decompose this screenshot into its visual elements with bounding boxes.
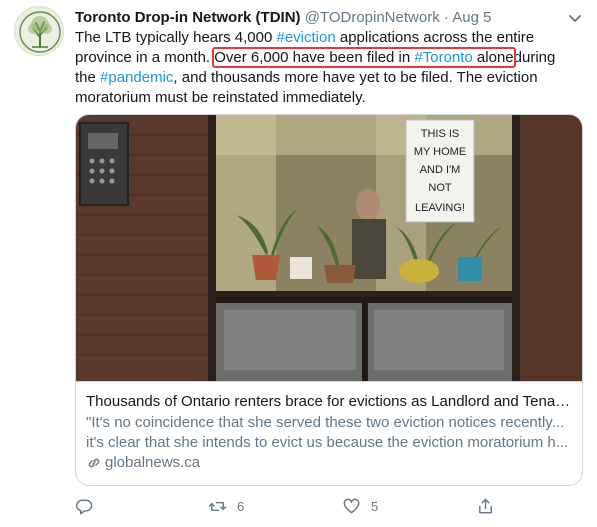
sign-line: AND I'M bbox=[420, 164, 461, 176]
tweet-header: Toronto Drop-in Network (TDIN) @TODropin… bbox=[75, 8, 585, 28]
avatar[interactable] bbox=[14, 6, 64, 56]
sign-line: NOT bbox=[428, 182, 452, 194]
retweet-count: 6 bbox=[237, 498, 245, 514]
card-image: THIS IS MY HOME AND I'M NOT LEAVING! bbox=[76, 115, 582, 381]
tweet-text-part: alone bbox=[472, 49, 514, 66]
retweet-icon bbox=[208, 501, 227, 511]
card-title: Thousands of Ontario renters brace for e… bbox=[86, 393, 572, 410]
card-domain: globalnews.ca bbox=[86, 453, 572, 473]
retweet-button[interactable]: 6 bbox=[208, 494, 244, 518]
sign-line: MY HOME bbox=[414, 146, 466, 158]
tweet-text-part: Over 6,000 have been filed in bbox=[214, 49, 415, 66]
card-domain-text: globalnews.ca bbox=[105, 454, 201, 471]
card-description-line: "It's no coincidence that she served the… bbox=[86, 414, 565, 431]
like-button[interactable]: 5 bbox=[342, 494, 378, 518]
tweet-actions: 6 5 bbox=[75, 494, 545, 518]
sign-line: LEAVING! bbox=[415, 202, 465, 214]
highlighted-text: Over 6,000 have been filed in #Toronto a… bbox=[212, 47, 516, 68]
like-count: 5 bbox=[371, 498, 379, 514]
hashtag-pandemic[interactable]: #pandemic bbox=[100, 69, 173, 86]
link-icon bbox=[88, 458, 100, 468]
share-icon bbox=[479, 498, 492, 513]
more-options-button[interactable] bbox=[565, 8, 585, 28]
author-name[interactable]: Toronto Drop-in Network (TDIN) bbox=[75, 9, 301, 26]
share-button[interactable] bbox=[476, 494, 505, 518]
hashtag-toronto[interactable]: #Toronto bbox=[414, 49, 472, 66]
tree-logo-icon bbox=[19, 11, 61, 53]
tweet-text-part: The LTB typically hears 4,000 bbox=[75, 29, 277, 46]
reply-button[interactable] bbox=[75, 494, 104, 518]
card-description: "It's no coincidence that she served the… bbox=[86, 413, 572, 453]
reply-icon bbox=[76, 499, 93, 514]
chevron-down-icon bbox=[569, 15, 581, 22]
author-handle[interactable]: @TODropinNetwork bbox=[305, 9, 440, 26]
separator-dot: · bbox=[443, 9, 449, 26]
heart-icon bbox=[343, 498, 360, 513]
hashtag-eviction[interactable]: #eviction bbox=[277, 29, 336, 46]
card-body: Thousands of Ontario renters brace for e… bbox=[76, 381, 582, 485]
sign-line: THIS IS bbox=[421, 128, 460, 140]
link-card[interactable]: THIS IS MY HOME AND I'M NOT LEAVING! Tho… bbox=[75, 114, 583, 486]
card-description-line: it's clear that she intends to evict us … bbox=[86, 434, 569, 451]
tweet-text: The LTB typically hears 4,000 #eviction … bbox=[75, 28, 575, 108]
tweet-date[interactable]: Aug 5 bbox=[452, 9, 491, 26]
